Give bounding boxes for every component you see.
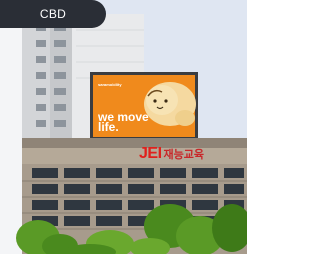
billboard-brand: saramobility — [98, 82, 122, 87]
location-tag-label: CBD — [39, 7, 67, 21]
location-tag: CBD — [0, 0, 106, 28]
rooftop-sign: JEI 재능교육 — [139, 145, 204, 163]
rooftop-sign-latin: JEI — [139, 145, 162, 162]
rooftop-sign-local: 재능교육 — [163, 148, 204, 161]
photo-scene: saramobility we move life. JEI 재능교육 — [0, 0, 247, 254]
billboard-slogan: we move life. — [98, 110, 149, 134]
